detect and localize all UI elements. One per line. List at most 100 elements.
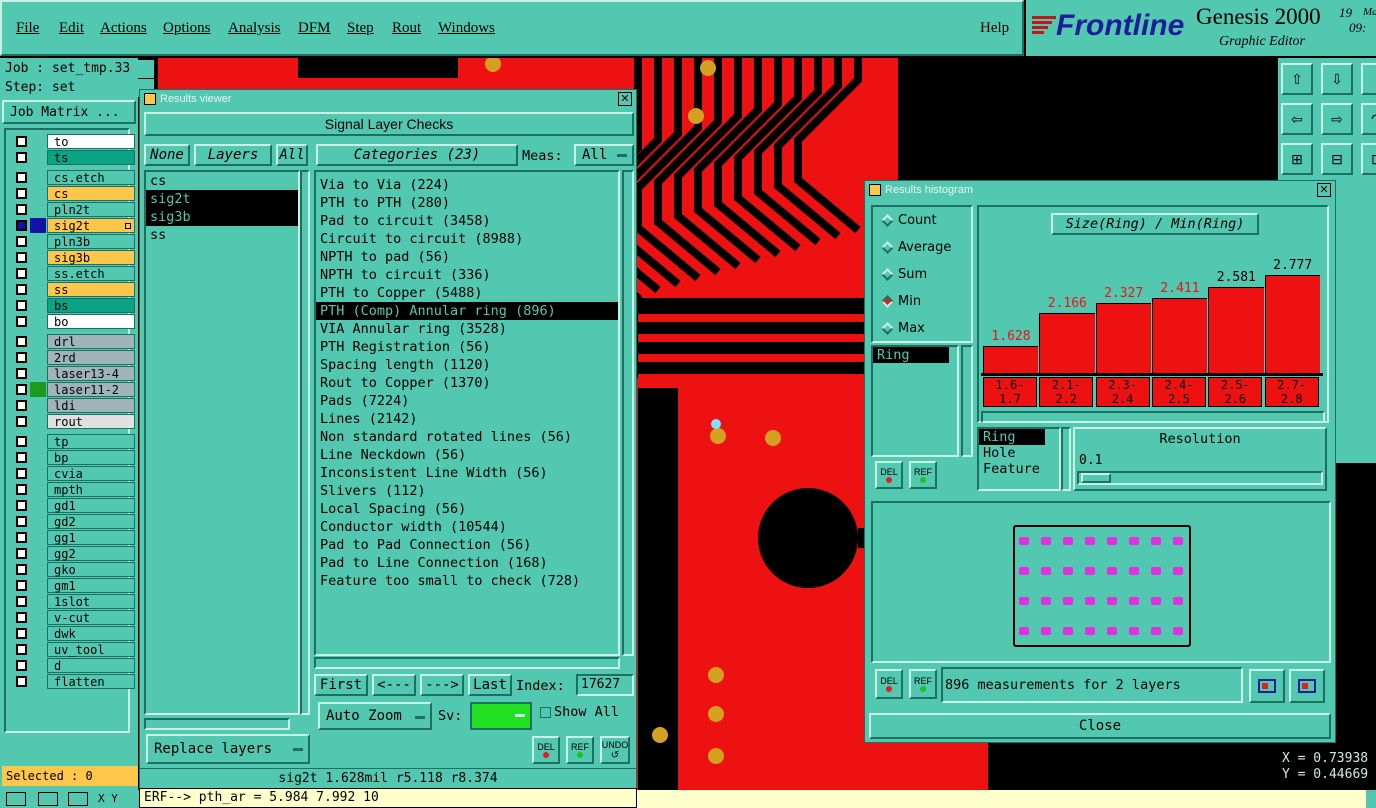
layer-name[interactable]: sig3b	[47, 250, 135, 265]
slider-handle[interactable]	[1081, 473, 1111, 483]
category-item[interactable]: Feature too small to check (728)	[316, 572, 618, 590]
histogram-bar[interactable]	[1264, 274, 1320, 373]
layer-color-swatch[interactable]	[30, 658, 46, 673]
preview-ref-button[interactable]: REF	[909, 669, 937, 699]
layer-row[interactable]: rout	[14, 414, 135, 429]
tool-save-icon[interactable]: ⇩	[1321, 63, 1353, 95]
layer-name[interactable]: drl	[47, 334, 135, 349]
layer-name[interactable]: rout	[47, 414, 135, 429]
layer-name[interactable]: gg2	[47, 546, 135, 561]
layer-name[interactable]: cs.etch	[47, 170, 135, 185]
layer-checkbox[interactable]	[16, 468, 27, 479]
zoom-box-icon[interactable]	[6, 792, 26, 806]
layer-checkbox[interactable]	[16, 628, 27, 639]
layer-checkbox[interactable]	[16, 204, 27, 215]
layer-name[interactable]: laser11-2	[47, 382, 135, 397]
zoom-fit-icon[interactable]	[1289, 669, 1325, 703]
layer-checkbox[interactable]	[16, 516, 27, 527]
category-item[interactable]: Circuit to circuit (8988)	[316, 230, 618, 248]
auto-zoom-dropdown[interactable]: Auto Zoom	[318, 702, 432, 730]
menu-help[interactable]: Help	[980, 20, 1009, 37]
layer-name[interactable]: ts	[47, 150, 135, 165]
job-matrix-button[interactable]: Job Matrix ...	[2, 100, 136, 124]
category-item[interactable]: PTH to Copper (5488)	[316, 284, 618, 302]
layer-row[interactable]: pln3b	[14, 234, 135, 249]
layer-name[interactable]: cs	[47, 186, 135, 201]
category-item[interactable]: NPTH to circuit (336)	[316, 266, 618, 284]
layer-color-swatch[interactable]	[30, 594, 46, 609]
grid-icon[interactable]	[68, 792, 88, 806]
window-menu-icon[interactable]	[869, 184, 881, 196]
histogram-bar[interactable]	[1095, 302, 1151, 373]
layer-row[interactable]: pln2t	[14, 202, 135, 217]
histogram-bar[interactable]	[1208, 286, 1264, 373]
category-item[interactable]: Rout to Copper (1370)	[316, 374, 618, 392]
layer-name[interactable]: to	[47, 134, 135, 149]
layer-color-swatch[interactable]	[30, 170, 46, 185]
layer-checkbox[interactable]	[16, 532, 27, 543]
tool-zoom-in-icon[interactable]: ⊞	[1281, 143, 1313, 175]
mode-min[interactable]: Min	[881, 294, 921, 309]
layer-name[interactable]: v-cut	[47, 610, 135, 625]
ref-button[interactable]: REF	[566, 736, 594, 764]
close-icon[interactable]: ✕	[618, 92, 632, 106]
layer-row[interactable]: gm1	[14, 578, 135, 593]
layer-row[interactable]: sig3b	[14, 250, 135, 265]
layer-row[interactable]: v-cut	[14, 610, 135, 625]
layer-color-swatch[interactable]	[30, 398, 46, 413]
layer-row[interactable]: dwk	[14, 626, 135, 641]
layer-row[interactable]: cs	[14, 186, 135, 201]
chart-hscrollbar[interactable]	[981, 411, 1325, 423]
attribute-ring[interactable]: Ring	[873, 347, 949, 363]
layer-row[interactable]: flatten	[14, 674, 135, 689]
layer-checkbox[interactable]	[16, 384, 27, 395]
category-item[interactable]: Slivers (112)	[316, 482, 618, 500]
show-all-checkbox[interactable]	[540, 707, 551, 718]
layer-color-swatch[interactable]	[30, 250, 46, 265]
layer-row[interactable]: laser13-4	[14, 366, 135, 381]
result-layer-item[interactable]: cs	[146, 172, 298, 190]
layer-color-swatch[interactable]	[30, 562, 46, 577]
layer-checkbox[interactable]	[16, 580, 27, 591]
menu-options[interactable]: Options	[163, 20, 211, 37]
undo-button[interactable]: UNDO ↺	[600, 736, 630, 764]
layer-checkbox[interactable]	[16, 548, 27, 559]
cross-icon[interactable]	[38, 792, 58, 806]
next-button[interactable]: --->	[420, 674, 464, 696]
layer-name[interactable]: pln3b	[47, 234, 135, 249]
field-feature[interactable]: Feature	[979, 461, 1059, 477]
layer-checkbox[interactable]	[16, 452, 27, 463]
resolution-slider[interactable]	[1077, 471, 1323, 485]
preview-del-button[interactable]: DEL	[875, 669, 903, 699]
bin-label[interactable]: 2.4- 2.5	[1152, 377, 1206, 407]
menu-actions[interactable]: Actions	[100, 20, 147, 37]
layer-row[interactable]: ss.etch	[14, 266, 135, 281]
layer-name[interactable]: dwk	[47, 626, 135, 641]
category-item[interactable]: Inconsistent Line Width (56)	[316, 464, 618, 482]
layer-checkbox[interactable]	[16, 416, 27, 427]
category-item[interactable]: Spacing length (1120)	[316, 356, 618, 374]
layer-color-swatch[interactable]	[30, 626, 46, 641]
layer-name[interactable]: gd2	[47, 514, 135, 529]
mode-sum[interactable]: Sum	[881, 267, 927, 282]
category-item[interactable]: PTH to PTH (280)	[316, 194, 618, 212]
layer-name[interactable]: d	[47, 658, 135, 673]
layer-color-swatch[interactable]	[30, 202, 46, 217]
layer-color-swatch[interactable]	[30, 314, 46, 329]
hist-ref-button[interactable]: REF	[909, 461, 937, 489]
layer-row[interactable]: sig2t	[14, 218, 135, 233]
tool-right-icon[interactable]: ⇨	[1321, 103, 1353, 135]
category-item[interactable]: Pads (7224)	[316, 392, 618, 410]
layer-checkbox[interactable]	[16, 500, 27, 511]
layer-checkbox[interactable]	[16, 152, 27, 163]
layer-color-swatch[interactable]	[30, 434, 46, 449]
first-button[interactable]: First	[314, 674, 368, 696]
layer-color-swatch[interactable]	[30, 450, 46, 465]
tool-fit-icon[interactable]: ⊡	[1361, 143, 1376, 175]
window-menu-icon[interactable]	[144, 93, 156, 105]
layer-checkbox[interactable]	[16, 596, 27, 607]
layer-name[interactable]: 2rd	[47, 350, 135, 365]
layer-color-swatch[interactable]	[30, 234, 46, 249]
layer-row[interactable]: d	[14, 658, 135, 673]
layer-checkbox[interactable]	[16, 368, 27, 379]
